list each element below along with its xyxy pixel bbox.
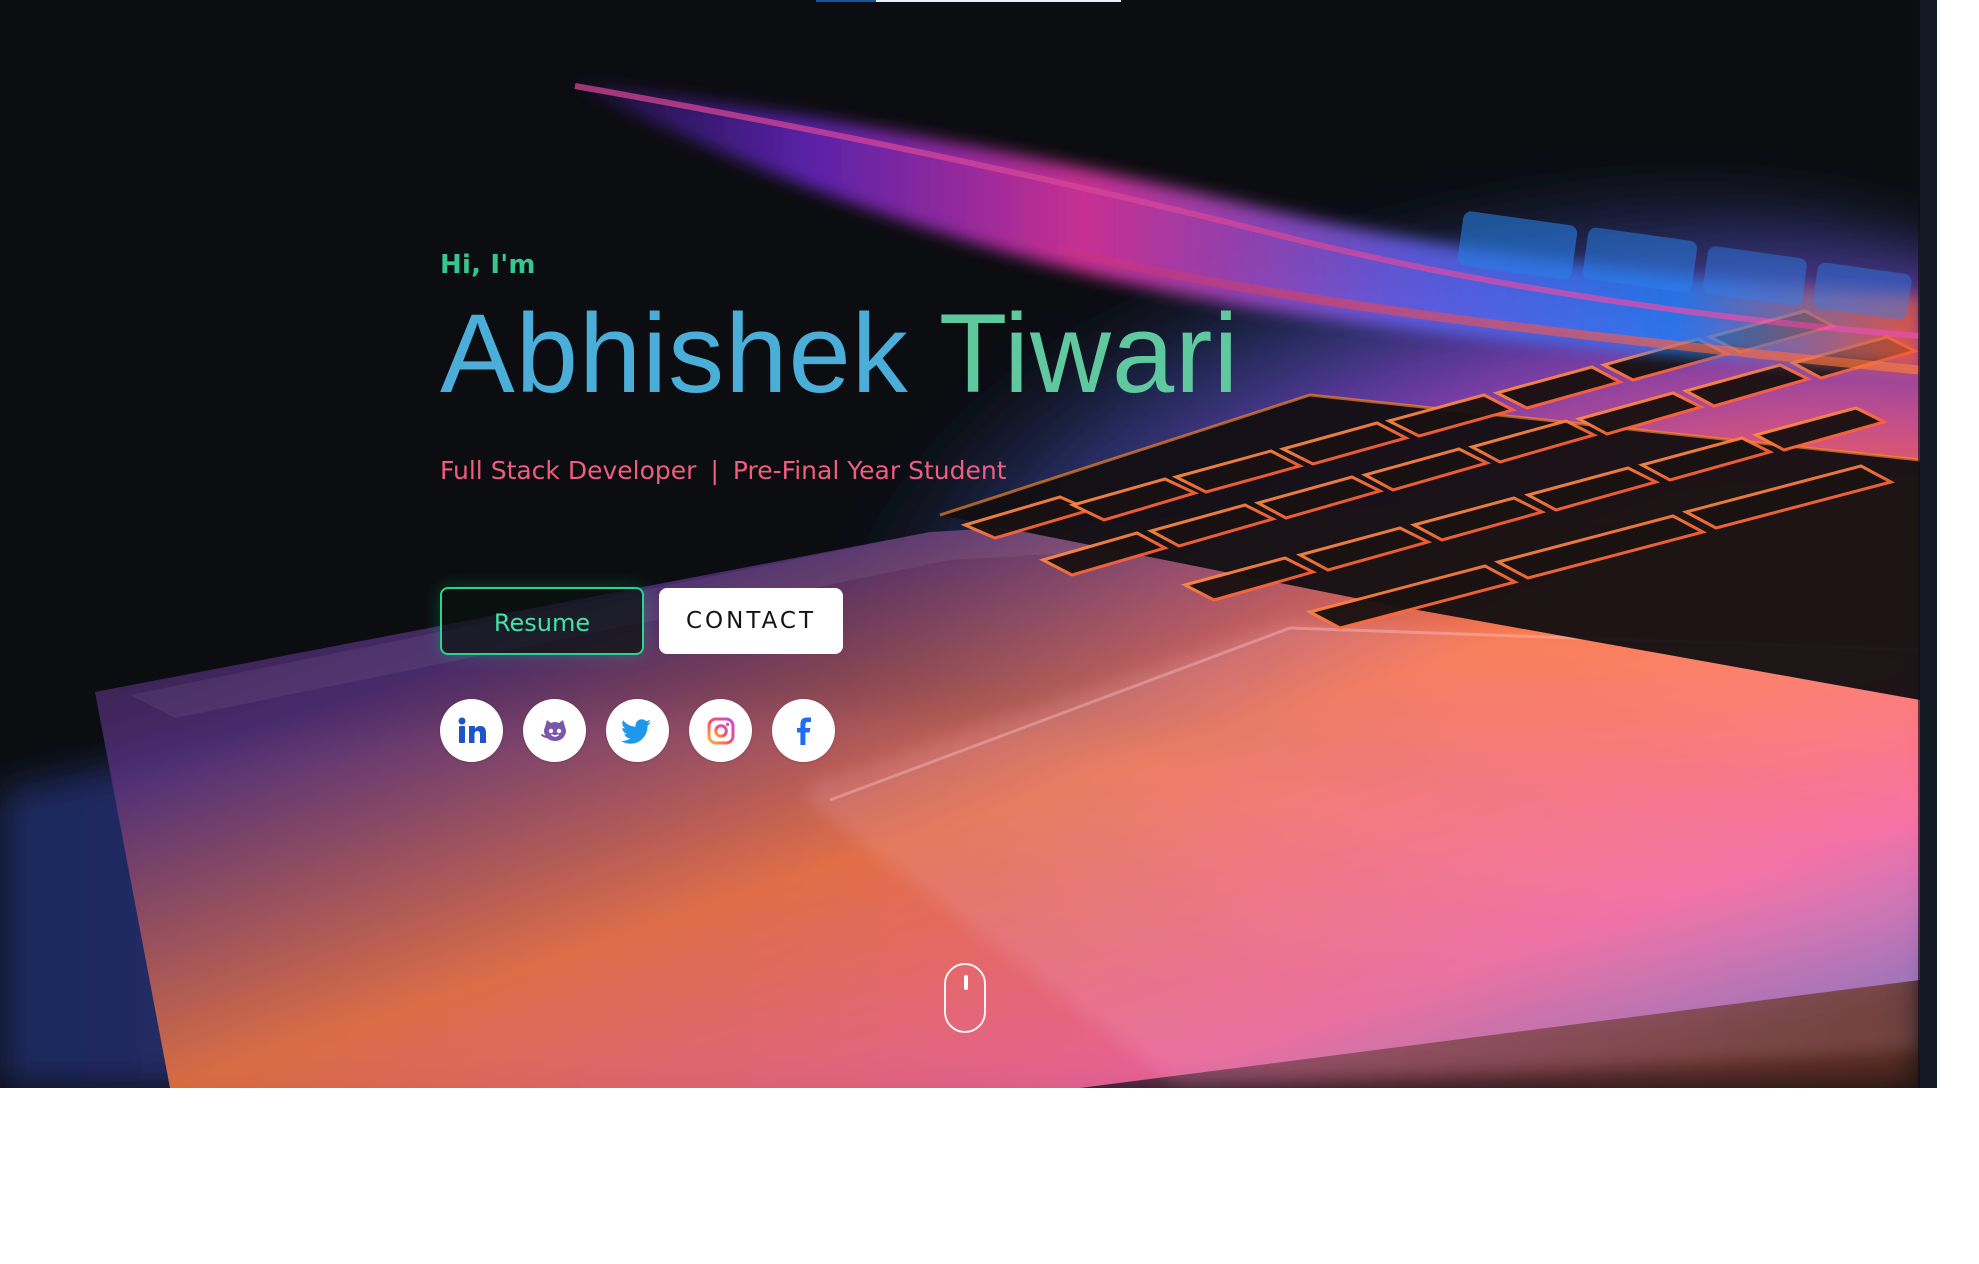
hero-content: Hi, I'm Abhishek Tiwari Full Stack Devel… [440, 250, 1540, 763]
top-progress-accent [816, 0, 876, 2]
hero-role-separator: | [710, 456, 719, 486]
hero-section: Hi, I'm Abhishek Tiwari Full Stack Devel… [0, 0, 1920, 1088]
instagram-icon [707, 717, 734, 745]
contact-button[interactable]: CONTACT [659, 588, 843, 655]
linkedin-link[interactable] [440, 699, 503, 763]
hero-role-primary: Full Stack Developer [440, 456, 697, 486]
twitter-icon [620, 719, 651, 744]
github-icon [540, 719, 566, 741]
instagram-link[interactable] [689, 699, 752, 763]
scroll-down-indicator[interactable] [944, 963, 986, 1033]
facebook-link[interactable] [772, 699, 835, 763]
hero-greeting: Hi, I'm [440, 250, 536, 280]
facebook-icon [796, 717, 811, 745]
social-links [440, 699, 1540, 763]
mouse-wheel-icon [964, 975, 968, 990]
page-right-strip [1920, 0, 1937, 1088]
hero-actions: Resume CONTACT [440, 587, 1540, 656]
resume-button[interactable]: Resume [440, 587, 644, 656]
github-link[interactable] [523, 699, 586, 763]
twitter-link[interactable] [606, 699, 669, 763]
linkedin-icon [458, 717, 486, 743]
hero-subtitle: Full Stack Developer | Pre-Final Year Stud… [440, 456, 1540, 485]
hero-first-name: Abhishek [440, 291, 909, 416]
hero-last-name: Tiwari [938, 291, 1240, 416]
hero-role-secondary: Pre-Final Year Student [732, 456, 1007, 486]
hero-name: Abhishek Tiwari [440, 295, 1540, 412]
top-progress-indicator [816, 0, 1121, 2]
